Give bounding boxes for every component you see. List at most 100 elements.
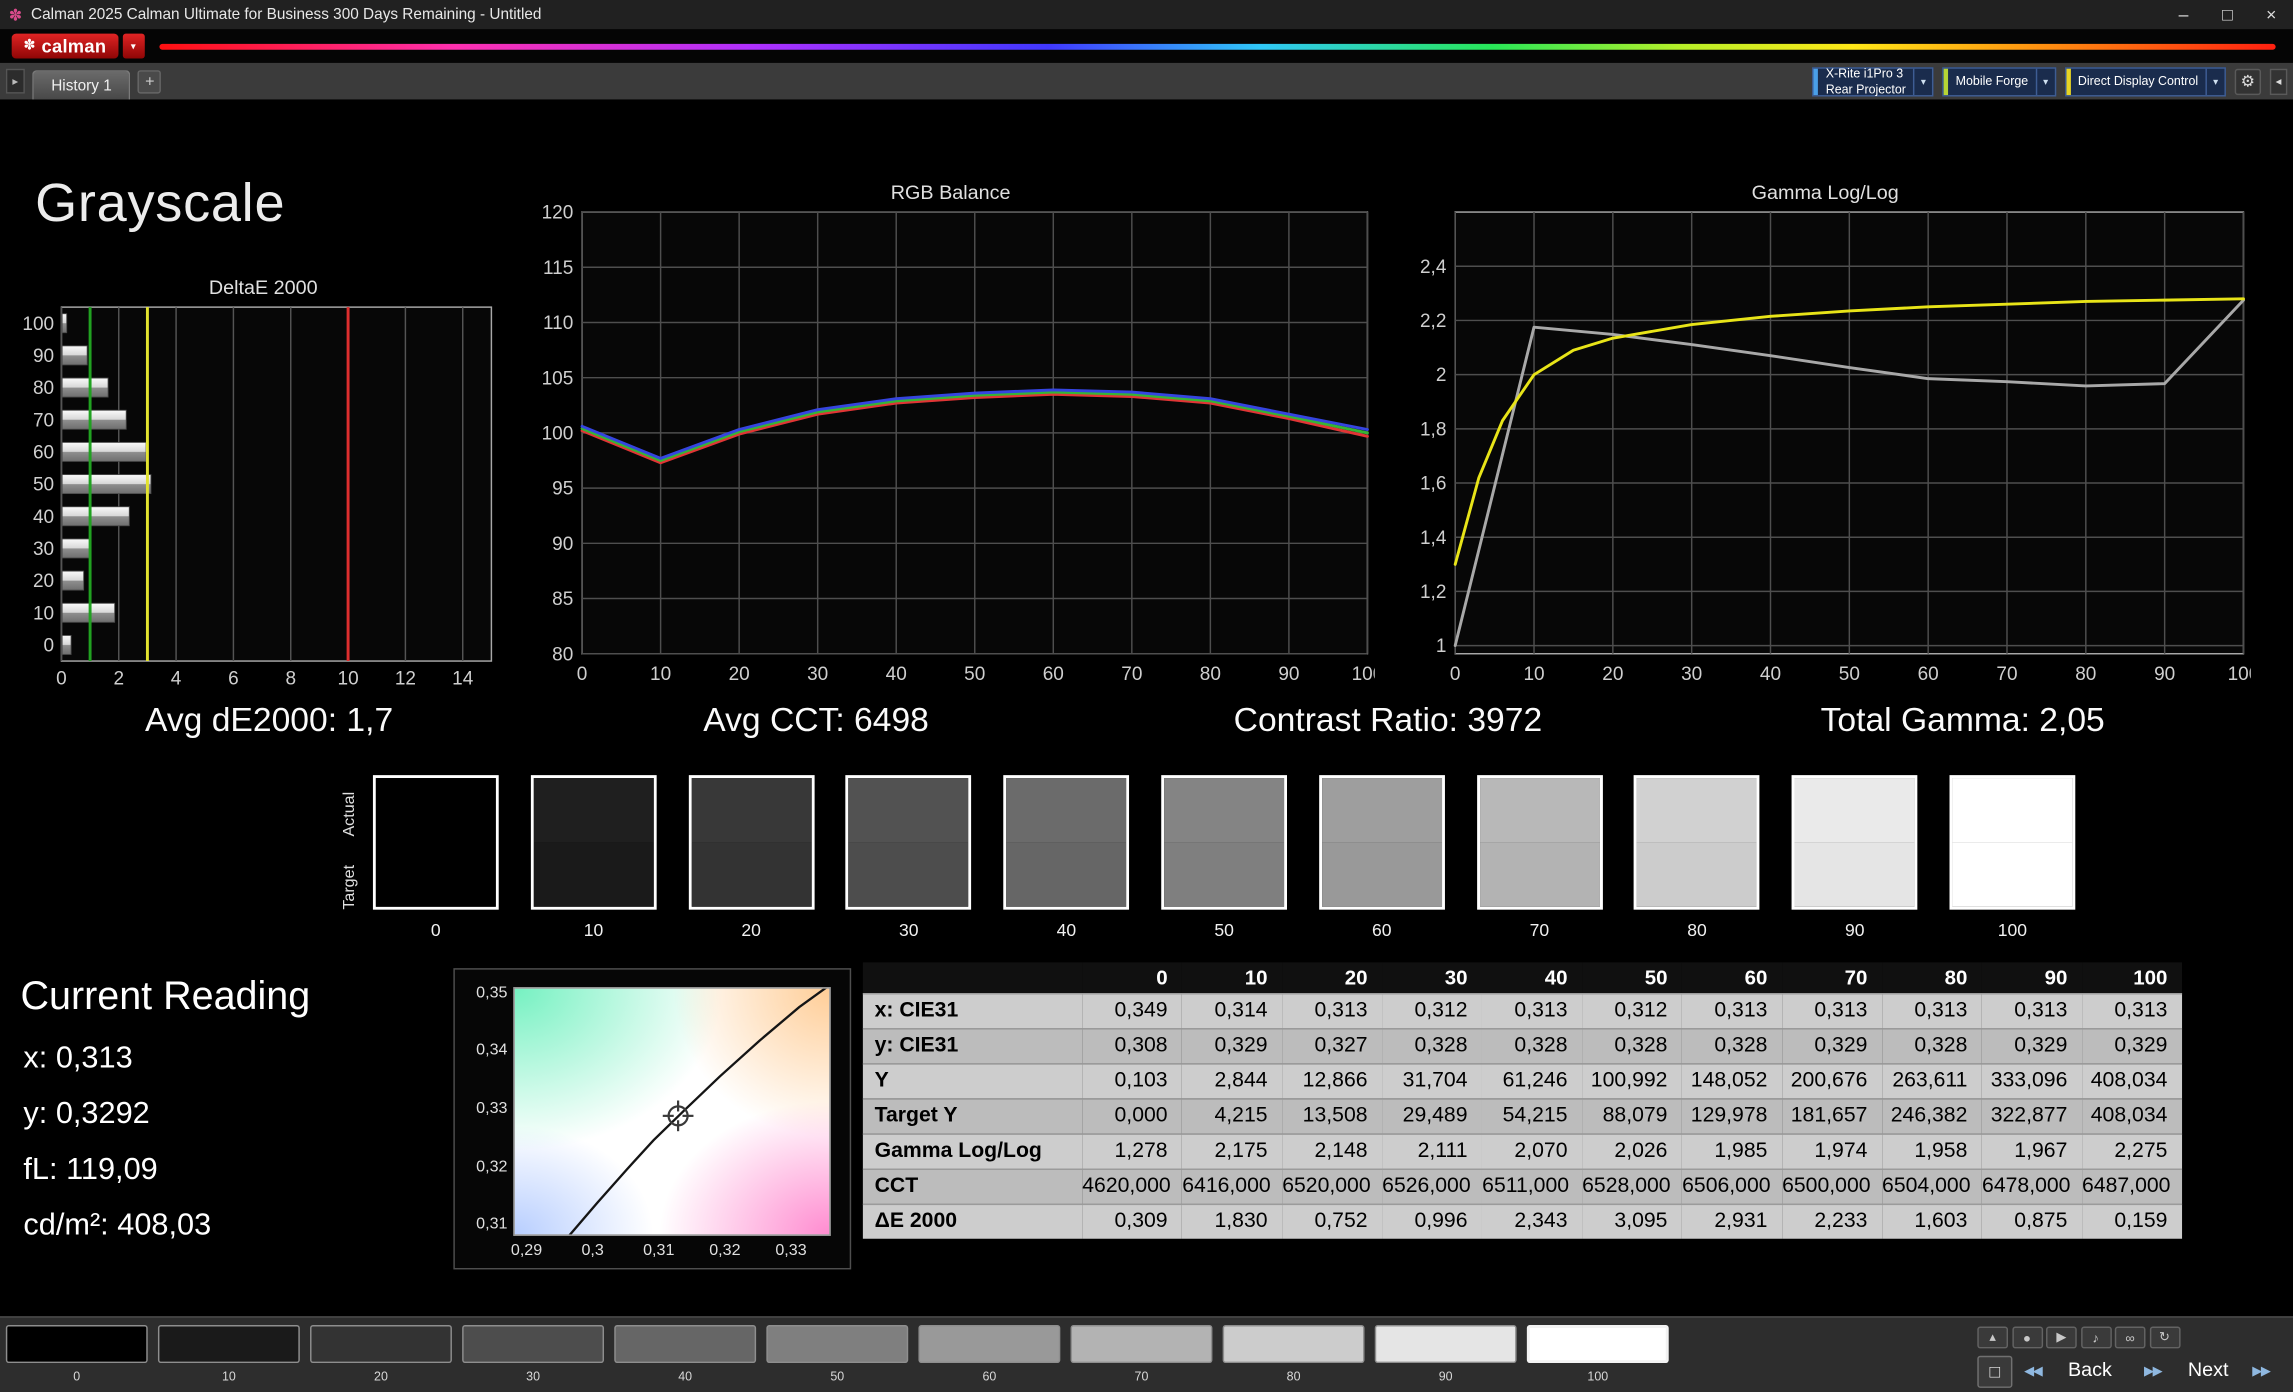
close-button[interactable]: × xyxy=(2249,0,2293,29)
cie-xtick-label: 0,29 xyxy=(510,1241,543,1260)
back-icon[interactable]: ◀◀ xyxy=(2024,1363,2043,1379)
collapse-panel-button[interactable]: ◂ xyxy=(2269,68,2288,95)
history-panel-toggle[interactable]: ▸ xyxy=(5,68,25,94)
swatch-target xyxy=(1321,842,1442,907)
axis-tick-label: 2 xyxy=(113,668,124,689)
axis-tick-label: 40 xyxy=(886,664,907,685)
table-col-header: 0 xyxy=(1082,962,1183,994)
swatch-level-label: 30 xyxy=(899,919,919,941)
table-row-label: Target Y xyxy=(862,1097,1083,1134)
display-dropdown-caret[interactable]: ▾ xyxy=(2205,68,2224,95)
settings-gear-button[interactable]: ⚙ xyxy=(2234,68,2262,95)
table-col-header: 70 xyxy=(1782,962,1883,994)
toolbar-level-button-20[interactable] xyxy=(310,1325,452,1364)
toolbar-level-button-10[interactable] xyxy=(157,1325,300,1364)
table-cell: 6487,000 xyxy=(2082,1167,2183,1204)
deltae-bar-60 xyxy=(61,441,147,462)
axis-tick-label: 110 xyxy=(543,313,573,334)
toolbar-level-button-90[interactable] xyxy=(1374,1325,1517,1364)
tone-icon[interactable]: ♪ xyxy=(2080,1326,2112,1349)
daylight-locus-line xyxy=(568,988,827,1235)
swatch-actual xyxy=(1006,778,1127,843)
table-col-header: 90 xyxy=(1982,962,2083,994)
toolbar-level-label: 40 xyxy=(678,1368,693,1384)
eject-icon[interactable]: ▴ xyxy=(1977,1326,2009,1349)
table-cell: 0,996 xyxy=(1382,1202,1483,1239)
table-row-label: y: CIE31 xyxy=(862,1027,1083,1064)
calman-logo[interactable]: ✽ calman xyxy=(11,33,118,59)
add-tab-button[interactable]: + xyxy=(138,69,162,93)
maximize-button[interactable]: □ xyxy=(2205,0,2249,29)
table-col-header: 10 xyxy=(1182,962,1283,994)
table-cell: 29,489 xyxy=(1382,1097,1483,1134)
cie-xtick-label: 0,31 xyxy=(643,1241,675,1260)
source-selector[interactable]: Mobile Forge ▾ xyxy=(1942,66,2056,96)
toolbar-level-label: 50 xyxy=(830,1368,845,1384)
next-icon[interactable]: ▶▶ xyxy=(2144,1363,2163,1379)
table-cell: 0,329 xyxy=(1982,1027,2083,1064)
meter-selector[interactable]: X-Rite i1Pro 3 Rear Projector ▾ xyxy=(1812,66,1934,96)
axis-tick-label: 50 xyxy=(1839,664,1860,685)
toolbar-level-button-80[interactable] xyxy=(1222,1325,1365,1364)
tab-history-1[interactable]: History 1 xyxy=(32,70,131,100)
table-cell: 2,343 xyxy=(1482,1202,1583,1239)
table-cell: 1,985 xyxy=(1682,1132,1783,1169)
cie-chart-panel: 0,31 0,32 0,33 0,34 0,35 0,29 0,3 0,31 0,32 0,33 xyxy=(453,968,852,1270)
table-cell: 333,096 xyxy=(1982,1062,2083,1099)
table-col-header: 100 xyxy=(2082,962,2183,994)
table-cell: 2,175 xyxy=(1182,1132,1283,1169)
swatch-level-label: 70 xyxy=(1529,919,1550,941)
toolbar-level-button-0[interactable] xyxy=(5,1325,148,1364)
table-cell: 1,967 xyxy=(1982,1132,2083,1169)
display-control-selector[interactable]: Direct Display Control ▾ xyxy=(2064,66,2226,96)
table-cell: 1,974 xyxy=(1782,1132,1883,1169)
swatch-actual xyxy=(691,778,812,843)
table-cell: 88,079 xyxy=(1582,1097,1683,1134)
contrast-ratio-stat: Contrast Ratio: 3972 xyxy=(1233,700,1543,739)
table-cell: 0,328 xyxy=(1882,1027,1983,1064)
table-col-header: 20 xyxy=(1282,962,1383,994)
reset-icon[interactable]: ↻ xyxy=(2149,1326,2180,1349)
titlebar: ✽ Calman 2025 Calman Ultimate for Busine… xyxy=(0,0,2293,30)
cie-ytick-label: 0,32 xyxy=(476,1157,508,1176)
toolbar-level-button-30[interactable] xyxy=(462,1325,605,1364)
table-cell: 0,313 xyxy=(1682,992,1783,1029)
back-button[interactable]: Back xyxy=(2068,1359,2112,1381)
swatch-level-label: 10 xyxy=(583,919,604,941)
play-icon[interactable]: ▶ xyxy=(2046,1326,2077,1349)
meter-dropdown-caret[interactable]: ▾ xyxy=(1913,68,1932,95)
avg-cct-stat: Avg CCT: 6498 xyxy=(703,700,929,739)
toolbar-level-button-60[interactable] xyxy=(918,1325,1061,1364)
toolbar-level-button-70[interactable] xyxy=(1070,1325,1213,1364)
axis-tick-label: 1,6 xyxy=(1420,474,1446,495)
table-cell: 2,275 xyxy=(2082,1132,2183,1169)
axis-tick-label: 85 xyxy=(552,589,573,610)
toolbar-level-button-100[interactable] xyxy=(1526,1325,1669,1364)
skip-icon[interactable]: ▶▶ xyxy=(2252,1363,2271,1379)
record-icon[interactable]: ● xyxy=(2011,1326,2043,1349)
axis-tick-label: 50 xyxy=(33,475,54,496)
table-cell: 6506,000 xyxy=(1682,1167,1783,1204)
next-button[interactable]: Next xyxy=(2188,1359,2229,1381)
table-cell: 0,328 xyxy=(1382,1027,1483,1064)
grayscale-swatch-100 xyxy=(1949,775,2076,910)
axis-tick-label: 2,4 xyxy=(1420,257,1447,278)
toolbar-level-button-40[interactable] xyxy=(614,1325,757,1364)
stop-button[interactable]: □ xyxy=(1977,1355,2013,1388)
axis-tick-label: 90 xyxy=(2154,664,2175,685)
toolbar-level-button-50[interactable] xyxy=(766,1325,909,1364)
cie-xtick-label: 0,3 xyxy=(581,1241,604,1260)
main-menu-button[interactable]: ▾ xyxy=(122,33,145,59)
axis-tick-label: 40 xyxy=(33,507,54,528)
deltae-bar-100 xyxy=(61,313,68,334)
cie-ytick-label: 0,33 xyxy=(476,1099,508,1118)
table-cell: 13,508 xyxy=(1282,1097,1383,1134)
table-cell: 0,313 xyxy=(1882,992,1983,1029)
table-cell: 2,844 xyxy=(1182,1062,1283,1099)
table-col-header: 80 xyxy=(1882,962,1983,994)
toolbar-level-label: 10 xyxy=(221,1368,236,1384)
continuous-icon[interactable]: ∞ xyxy=(2114,1326,2146,1349)
minimize-button[interactable]: – xyxy=(2162,0,2206,29)
table-cell: 0,349 xyxy=(1082,992,1183,1029)
source-dropdown-caret[interactable]: ▾ xyxy=(2035,68,2055,95)
